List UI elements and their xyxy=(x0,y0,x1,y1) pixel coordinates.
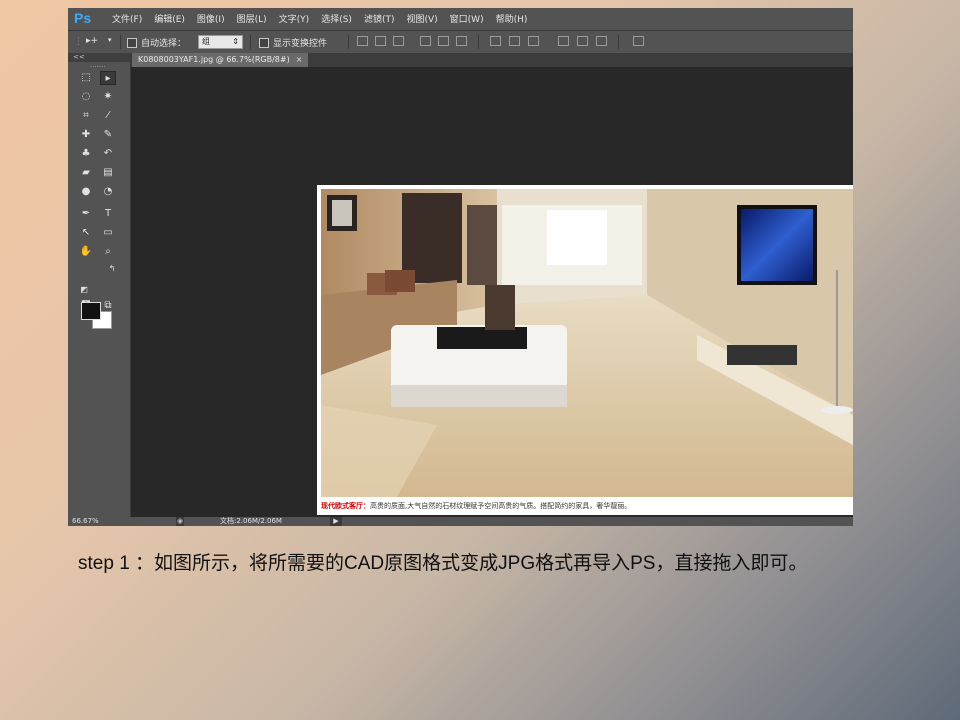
ps-logo: Ps xyxy=(74,10,92,26)
dropdown-arrow-icon: ⇕ xyxy=(232,37,239,46)
type-tool-icon[interactable]: T xyxy=(100,207,116,221)
marquee-tool-icon[interactable]: ⬚ xyxy=(78,71,94,85)
panel-grip-icon: ······· xyxy=(90,63,106,71)
divider xyxy=(478,35,479,49)
auto-select-value: 组 xyxy=(202,37,210,46)
distribute-hcenter-icon[interactable] xyxy=(577,36,588,46)
clone-stamp-tool-icon[interactable]: ♣ xyxy=(78,147,94,161)
divider xyxy=(348,35,349,49)
align-left-icon[interactable] xyxy=(420,36,431,46)
auto-align-icon[interactable] xyxy=(633,36,644,46)
eraser-tool-icon[interactable]: ▰ xyxy=(78,166,94,180)
menu-type[interactable]: 文字(Y) xyxy=(273,12,316,25)
align-vcenter-icon[interactable] xyxy=(375,36,386,46)
auto-select-dropdown[interactable]: 组 ⇕ xyxy=(198,35,243,49)
magic-wand-tool-icon[interactable]: ✷ xyxy=(100,90,116,104)
auto-select-label: 自动选择： xyxy=(141,39,187,49)
distribute-bottom-icon[interactable] xyxy=(528,36,539,46)
move-tool-preset-icon[interactable]: ▸+ xyxy=(86,36,98,46)
document-tab-title: K0808003YAF1.jpg @ 66.7%(RGB/8#) xyxy=(138,55,290,64)
distribute-left-icon[interactable] xyxy=(558,36,569,46)
distribute-top-icon[interactable] xyxy=(490,36,501,46)
auto-select-checkbox[interactable] xyxy=(127,38,137,48)
align-hcenter-icon[interactable] xyxy=(438,36,449,46)
zoom-level[interactable]: 66.67% xyxy=(72,517,99,526)
close-icon[interactable]: × xyxy=(296,55,303,64)
image-caption: 现代欧式客厅：高贵的质面,大气自然的石材纹理赋予空间高贵的气质。搭配简约的家具，… xyxy=(321,501,631,511)
align-right-icon[interactable] xyxy=(456,36,467,46)
healing-brush-tool-icon[interactable]: ✚ xyxy=(78,128,94,142)
menu-items: 文件(F) 编辑(E) 图像(I) 图层(L) 文字(Y) 选择(S) 滤镜(T… xyxy=(106,12,533,25)
rectangle-tool-icon[interactable]: ▭ xyxy=(100,226,116,240)
crop-tool-icon[interactable]: ⌗ xyxy=(78,109,94,123)
divider xyxy=(120,35,121,49)
step-instruction: step 1 ：如图所示，将所需要的CAD原图格式变成JPG格式再导入PS，直接… xyxy=(78,553,808,574)
tools-panel-collapse[interactable]: << xyxy=(68,53,130,62)
dodge-tool-icon[interactable]: ◔ xyxy=(100,185,116,199)
menu-file[interactable]: 文件(F) xyxy=(106,12,148,25)
divider xyxy=(618,35,619,49)
path-selection-tool-icon[interactable]: ↖ xyxy=(78,226,94,240)
align-top-icon[interactable] xyxy=(357,36,368,46)
menu-bar: Ps 文件(F) 编辑(E) 图像(I) 图层(L) 文字(Y) 选择(S) 滤… xyxy=(68,8,853,31)
document-image: 现代欧式客厅：高贵的质面,大气自然的石材纹理赋予空间高贵的气质。搭配简约的家具，… xyxy=(317,185,853,515)
menu-image[interactable]: 图像(I) xyxy=(191,12,231,25)
lasso-tool-icon[interactable]: ◌ xyxy=(78,90,94,104)
menu-view[interactable]: 视图(V) xyxy=(400,12,443,25)
menu-filter[interactable]: 滤镜(T) xyxy=(358,12,401,25)
history-brush-tool-icon[interactable]: ↶ xyxy=(100,147,116,161)
gradient-tool-icon[interactable]: ▤ xyxy=(100,166,116,180)
caption-highlight: 现代欧式客厅： xyxy=(321,502,370,510)
caption-text: 高贵的质面,大气自然的石材纹理赋予空间高贵的气质。搭配简约的家具，奢华靓丽。 xyxy=(370,502,632,510)
menu-select[interactable]: 选择(S) xyxy=(315,12,358,25)
align-bottom-icon[interactable] xyxy=(393,36,404,46)
document-tab[interactable]: K0808003YAF1.jpg @ 66.7%(RGB/8#) × xyxy=(132,53,309,67)
tools-panel: << ······· ⬚ ▸ ◌ ✷ ⌗ ⁄ ✚ ✎ ♣ ↶ ▰ ▤ ● ◔ ✒… xyxy=(68,53,131,518)
menu-layer[interactable]: 图层(L) xyxy=(231,12,273,25)
blur-tool-icon[interactable]: ● xyxy=(78,185,94,199)
status-icon[interactable]: ◉ xyxy=(176,517,184,526)
status-bar: 66.67% ◉ 文档:2.06M/2.06M ▶ xyxy=(68,517,853,526)
menu-window[interactable]: 窗口(W) xyxy=(444,12,490,25)
default-colors-icon[interactable]: ◩ xyxy=(76,283,92,297)
photoshop-window: Ps 文件(F) 编辑(E) 图像(I) 图层(L) 文字(Y) 选择(S) 滤… xyxy=(68,8,853,526)
document-size-info: 文档:2.06M/2.06M xyxy=(220,517,282,525)
menu-edit[interactable]: 编辑(E) xyxy=(148,12,191,25)
swap-colors-icon[interactable]: ↰ xyxy=(104,262,120,276)
brush-tool-icon[interactable]: ✎ xyxy=(100,128,116,142)
show-transform-label: 显示变换控件 xyxy=(273,39,328,49)
eyedropper-tool-icon[interactable]: ⁄ xyxy=(100,109,116,123)
hand-tool-icon[interactable]: ✋ xyxy=(78,245,94,259)
distribute-right-icon[interactable] xyxy=(596,36,607,46)
chevron-down-icon[interactable]: ▾ xyxy=(108,36,112,44)
pen-tool-icon[interactable]: ✒ xyxy=(78,207,94,221)
distribute-vcenter-icon[interactable] xyxy=(509,36,520,46)
document-tab-bar: K0808003YAF1.jpg @ 66.7%(RGB/8#) × xyxy=(130,53,853,67)
move-tool-icon[interactable]: ▸ xyxy=(100,71,116,85)
divider xyxy=(250,35,251,49)
canvas-area[interactable]: 现代欧式客厅：高贵的质面,大气自然的石材纹理赋予空间高贵的气质。搭配简约的家具，… xyxy=(131,67,853,518)
status-menu-arrow-icon[interactable]: ▶ xyxy=(330,517,342,526)
screen-mode-icon[interactable]: ⧉ xyxy=(100,299,116,313)
show-transform-checkbox[interactable] xyxy=(259,38,269,48)
foreground-color-swatch[interactable] xyxy=(81,302,101,320)
living-room-photo xyxy=(321,189,853,497)
menu-help[interactable]: 帮助(H) xyxy=(490,12,534,25)
zoom-tool-icon[interactable]: ⌕ xyxy=(100,245,116,259)
grip-icon: ⋮ xyxy=(74,37,83,47)
